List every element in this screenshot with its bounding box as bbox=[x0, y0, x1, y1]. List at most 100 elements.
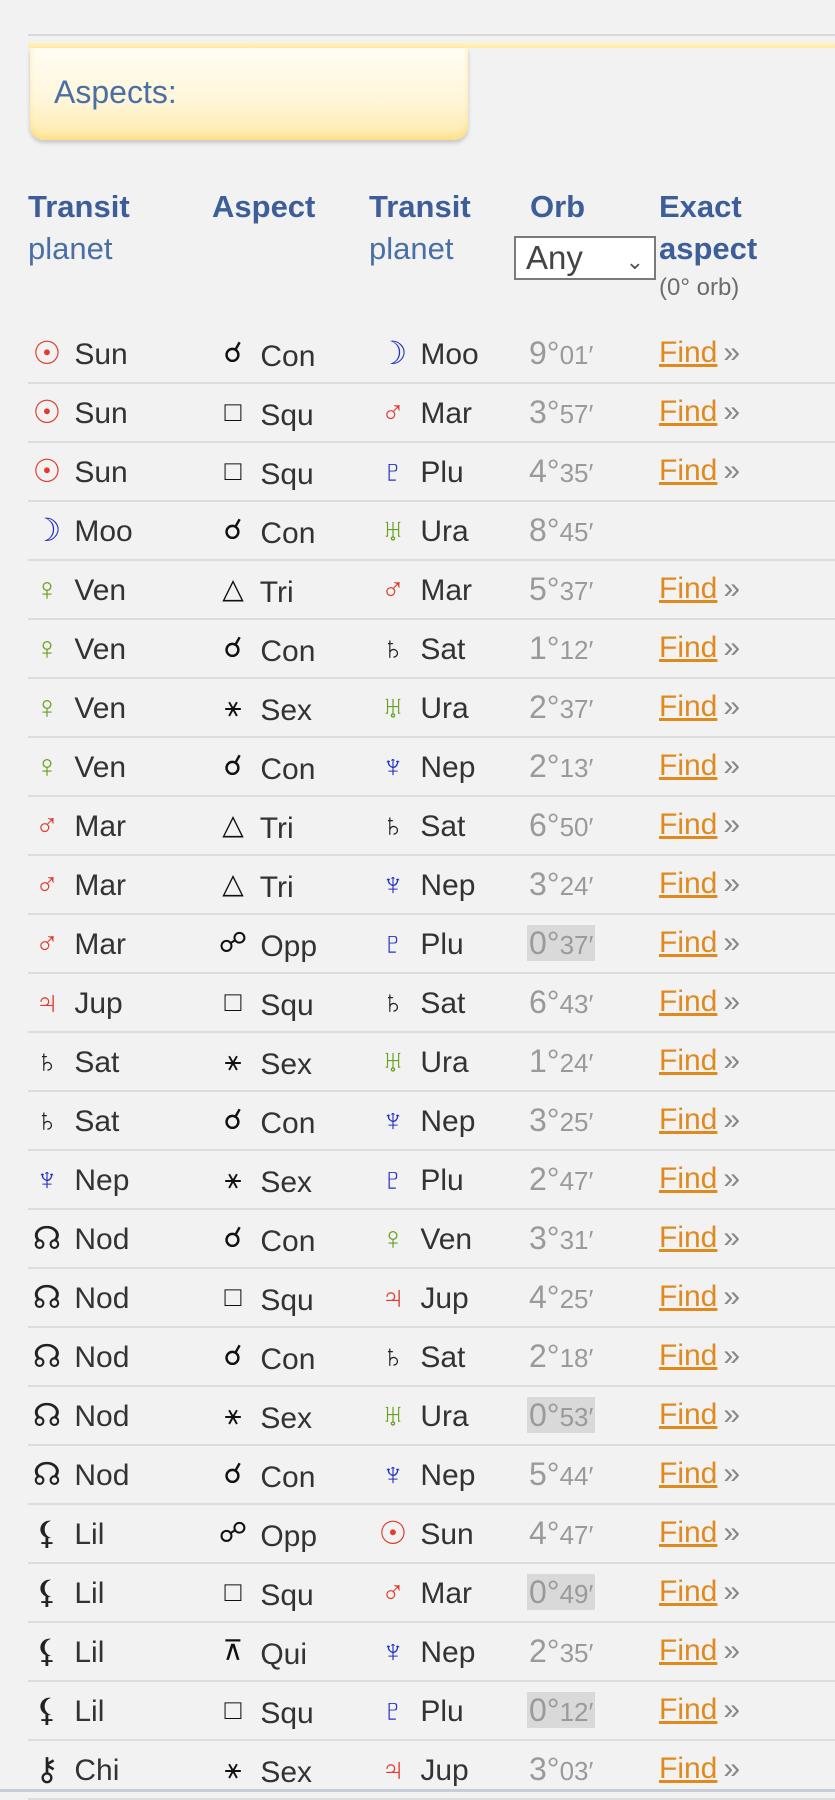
sextile-icon: ⚹ bbox=[224, 1163, 242, 1194]
saturn-icon: ♄ bbox=[381, 1338, 405, 1374]
find-link[interactable]: Find bbox=[659, 1221, 717, 1254]
orb-text: 3°57′ bbox=[527, 394, 595, 430]
planet-name: Plu bbox=[420, 456, 464, 489]
planet-name: Lil bbox=[74, 1577, 105, 1610]
exact-aspect: Find» bbox=[659, 333, 740, 373]
transit-planet-2: ☽ Moo bbox=[374, 333, 479, 375]
moon-icon: ☽ bbox=[32, 512, 62, 548]
moon-icon: ☽ bbox=[378, 335, 408, 371]
chevron-right-icon: » bbox=[723, 1162, 741, 1195]
chevron-right-icon: » bbox=[723, 395, 741, 428]
header-transit-planet-1: Transit planet bbox=[28, 186, 130, 270]
find-link[interactable]: Find bbox=[659, 395, 717, 428]
find-link[interactable]: Find bbox=[659, 1752, 717, 1785]
find-link[interactable]: Find bbox=[659, 926, 717, 959]
aspects-header-box: Aspects: bbox=[30, 48, 468, 140]
venus-icon: ♀ bbox=[381, 1220, 405, 1256]
section-title: Aspects: bbox=[54, 74, 177, 110]
table-row: ☊ Nod ⚹ Sex ♅ Ura 0°53′ Find» bbox=[28, 1387, 835, 1446]
planet-name: Mar bbox=[74, 869, 127, 902]
find-link[interactable]: Find bbox=[659, 454, 717, 487]
find-link[interactable]: Find bbox=[659, 1693, 717, 1726]
find-link[interactable]: Find bbox=[659, 1516, 717, 1549]
conjunction-icon: ☌ bbox=[223, 632, 243, 663]
orb-minutes: 03′ bbox=[559, 1756, 594, 1786]
find-link[interactable]: Find bbox=[659, 749, 717, 782]
table-row: ♂ Mar ☍ Opp ♇ Plu 0°37′ Find» bbox=[28, 915, 835, 974]
orb-value: 0°53′ bbox=[527, 1395, 596, 1437]
planet-name: Plu bbox=[420, 928, 464, 961]
find-link[interactable]: Find bbox=[659, 1457, 717, 1490]
transit-planet-2: ♅ Ura bbox=[374, 1395, 469, 1437]
orb-text: 6°43′ bbox=[527, 984, 595, 1020]
planet-name: Plu bbox=[420, 1695, 464, 1728]
orb-value: 3°31′ bbox=[527, 1218, 595, 1260]
saturn-icon: ♄ bbox=[381, 984, 405, 1020]
find-link[interactable]: Find bbox=[659, 336, 717, 369]
find-link[interactable]: Find bbox=[659, 1103, 717, 1136]
trine-icon: △ bbox=[222, 573, 244, 604]
transit-planet-2: ♆ Nep bbox=[374, 1100, 475, 1142]
transit-planet-1: ☊ Nod bbox=[28, 1395, 130, 1437]
find-link[interactable]: Find bbox=[659, 985, 717, 1018]
aspect: ⊼ Qui bbox=[214, 1631, 307, 1671]
find-link[interactable]: Find bbox=[659, 572, 717, 605]
find-link[interactable]: Find bbox=[659, 808, 717, 841]
orb-minutes: 12′ bbox=[559, 635, 594, 665]
aspect-name: Con bbox=[260, 517, 316, 550]
planet-name: Mar bbox=[74, 810, 127, 843]
orb-value: 3°24′ bbox=[527, 864, 595, 906]
find-link[interactable]: Find bbox=[659, 1162, 717, 1195]
find-link[interactable]: Find bbox=[659, 1339, 717, 1372]
aspect-name: Tri bbox=[259, 871, 294, 904]
find-link[interactable]: Find bbox=[659, 631, 717, 664]
find-link[interactable]: Find bbox=[659, 867, 717, 900]
aspect: ⚹ Sex bbox=[214, 1749, 312, 1789]
exact-aspect: Find» bbox=[659, 392, 740, 432]
find-link[interactable]: Find bbox=[659, 1575, 717, 1608]
planet-name: Nod bbox=[74, 1459, 130, 1492]
orb-minutes: 43′ bbox=[559, 989, 594, 1019]
orb-value: 2°47′ bbox=[527, 1159, 595, 1201]
exact-aspect: Find» bbox=[659, 1041, 740, 1081]
sextile-icon: ⚹ bbox=[224, 691, 242, 722]
neptune-icon: ♆ bbox=[381, 1633, 405, 1669]
find-link[interactable]: Find bbox=[659, 1280, 717, 1313]
planet-name: Mar bbox=[420, 1577, 473, 1610]
aspect: ⚹ Sex bbox=[214, 1159, 312, 1199]
find-link[interactable]: Find bbox=[659, 690, 717, 723]
aspect: □ Squ bbox=[214, 1572, 314, 1612]
header-label: Orb bbox=[530, 189, 586, 224]
orb-filter-select[interactable]: Any ⌄ bbox=[514, 236, 656, 280]
neptune-icon: ♆ bbox=[381, 748, 405, 784]
aspect: ☌ Con bbox=[214, 628, 316, 668]
pluto-icon: ♇ bbox=[381, 1161, 405, 1197]
transit-planet-1: ♀ Ven bbox=[28, 687, 126, 729]
table-row: ♀ Ven ⚹ Sex ♅ Ura 2°37′ Find» bbox=[28, 679, 835, 738]
orb-value: 2°37′ bbox=[527, 687, 595, 729]
planet-name: Sun bbox=[74, 397, 128, 430]
orb-minutes: 18′ bbox=[559, 1343, 594, 1373]
transit-planet-1: ⚸ Lil bbox=[28, 1690, 104, 1732]
find-link[interactable]: Find bbox=[659, 1044, 717, 1077]
exact-aspect: Find» bbox=[659, 923, 740, 963]
planet-name: Moo bbox=[74, 515, 133, 548]
orb-minutes: 49′ bbox=[559, 1579, 594, 1609]
header-label: Transit bbox=[28, 189, 130, 224]
table-row: ♂ Mar △ Tri ♄ Sat 6°50′ Find» bbox=[28, 797, 835, 856]
chevron-right-icon: » bbox=[723, 1103, 741, 1136]
table-row: ♀ Ven ☌ Con ♄ Sat 1°12′ Find» bbox=[28, 620, 835, 679]
bottom-divider bbox=[0, 1789, 835, 1792]
find-link[interactable]: Find bbox=[659, 1634, 717, 1667]
header-sublabel: planet bbox=[369, 231, 454, 266]
pluto-icon: ♇ bbox=[381, 1692, 405, 1728]
planet-name: Nep bbox=[420, 1459, 476, 1492]
transit-planet-1: ☊ Nod bbox=[28, 1454, 130, 1496]
transit-planet-2: ♃ Jup bbox=[374, 1749, 469, 1791]
header-label: Aspect bbox=[212, 189, 316, 224]
square-icon: □ bbox=[224, 396, 242, 427]
orb-degrees: 9° bbox=[529, 335, 560, 371]
find-link[interactable]: Find bbox=[659, 1398, 717, 1431]
orb-text: 0°12′ bbox=[527, 1692, 596, 1728]
orb-value: 3°57′ bbox=[527, 392, 595, 434]
